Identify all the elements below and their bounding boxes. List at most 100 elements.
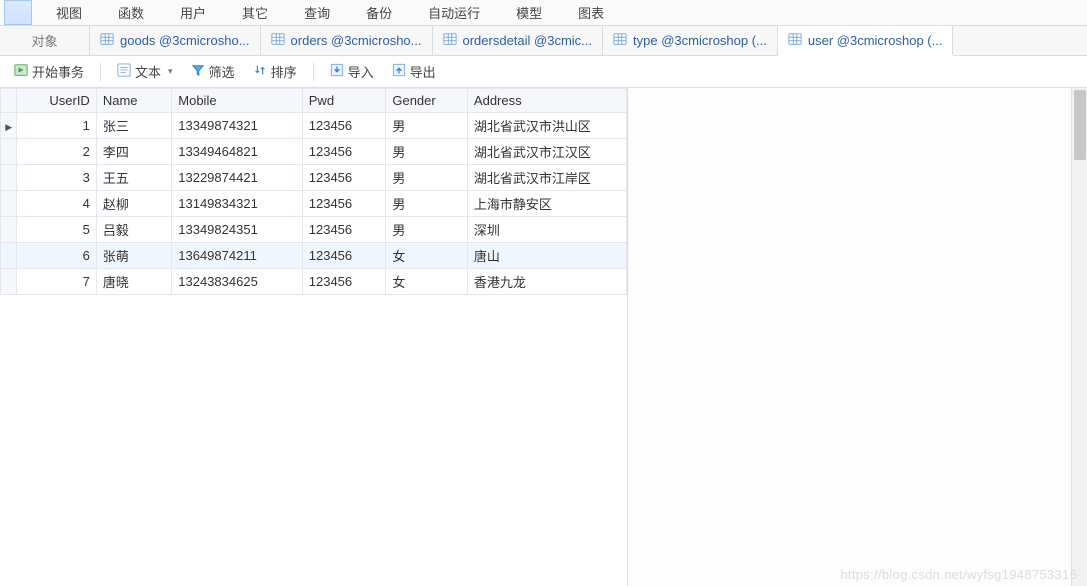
sort-button[interactable]: 排序	[247, 59, 303, 84]
data-grid[interactable]: UserIDNameMobilePwdGenderAddress 1张三1334…	[0, 88, 627, 295]
cell[interactable]: 唐山	[467, 243, 626, 269]
table-row[interactable]: 3王五13229874421123456男湖北省武汉市江岸区	[1, 165, 627, 191]
empty-right-panel	[628, 88, 1087, 586]
row-marker[interactable]	[1, 269, 17, 295]
cell[interactable]: 13243834625	[172, 269, 303, 295]
cell[interactable]: 深圳	[467, 217, 626, 243]
cell[interactable]: 唐晓	[96, 269, 171, 295]
tab[interactable]: ordersdetail @3cmic...	[433, 26, 604, 55]
cell[interactable]: 123456	[302, 113, 386, 139]
cell[interactable]: 123456	[302, 191, 386, 217]
grid-body: 1张三13349874321123456男湖北省武汉市洪山区2李四1334946…	[1, 113, 627, 295]
scrollbar-thumb[interactable]	[1074, 90, 1086, 160]
column-header[interactable]: Address	[467, 89, 626, 113]
begin-transaction-label: 开始事务	[32, 62, 84, 81]
cell[interactable]: 女	[386, 269, 468, 295]
column-header[interactable]: Pwd	[302, 89, 386, 113]
cell[interactable]: 13649874211	[172, 243, 303, 269]
column-header[interactable]: Gender	[386, 89, 468, 113]
cell[interactable]: 123456	[302, 139, 386, 165]
object-tab-label[interactable]: 对象	[0, 26, 90, 55]
cell[interactable]: 湖北省武汉市洪山区	[467, 113, 626, 139]
row-marker-header	[1, 89, 17, 113]
cell[interactable]: 6	[17, 243, 97, 269]
cell[interactable]: 13229874421	[172, 165, 303, 191]
cell[interactable]: 男	[386, 139, 468, 165]
column-header[interactable]: Mobile	[172, 89, 303, 113]
menu-item[interactable]: 函数	[100, 0, 162, 25]
import-button[interactable]: 导入	[324, 59, 380, 84]
column-header[interactable]: Name	[96, 89, 171, 113]
cell[interactable]: 13349464821	[172, 139, 303, 165]
row-marker[interactable]	[1, 113, 17, 139]
tab[interactable]: type @3cmicroshop (...	[603, 26, 778, 55]
cell[interactable]: 王五	[96, 165, 171, 191]
export-button[interactable]: 导出	[386, 59, 442, 84]
cell[interactable]: 李四	[96, 139, 171, 165]
table-row[interactable]: 2李四13349464821123456男湖北省武汉市江汉区	[1, 139, 627, 165]
menu-item[interactable]: 模型	[498, 0, 560, 25]
row-marker[interactable]	[1, 165, 17, 191]
cell[interactable]: 上海市静安区	[467, 191, 626, 217]
row-marker[interactable]	[1, 243, 17, 269]
menu-item[interactable]: 用户	[162, 0, 224, 25]
cell[interactable]: 男	[386, 191, 468, 217]
table-row[interactable]: 1张三13349874321123456男湖北省武汉市洪山区	[1, 113, 627, 139]
tab[interactable]: user @3cmicroshop (...	[778, 26, 954, 56]
cell[interactable]: 123456	[302, 165, 386, 191]
menu-item[interactable]: 自动运行	[410, 0, 498, 25]
table-row[interactable]: 4赵柳13149834321123456男上海市静安区	[1, 191, 627, 217]
cell[interactable]: 男	[386, 165, 468, 191]
cell[interactable]: 女	[386, 243, 468, 269]
cell[interactable]: 3	[17, 165, 97, 191]
cell[interactable]: 湖北省武汉市江岸区	[467, 165, 626, 191]
tab-label: orders @3cmicrosho...	[291, 33, 422, 48]
filter-button[interactable]: 筛选	[185, 59, 241, 84]
cell[interactable]: 男	[386, 113, 468, 139]
cell[interactable]: 123456	[302, 269, 386, 295]
text-view-button[interactable]: 文本	[111, 59, 179, 84]
table-row[interactable]: 7唐晓13243834625123456女香港九龙	[1, 269, 627, 295]
table-row[interactable]: 5吕毅13349824351123456男深圳	[1, 217, 627, 243]
tab-label: ordersdetail @3cmic...	[463, 33, 593, 48]
cell[interactable]: 男	[386, 217, 468, 243]
cell[interactable]: 吕毅	[96, 217, 171, 243]
menu-item[interactable]: 图表	[560, 0, 622, 25]
cell[interactable]: 赵柳	[96, 191, 171, 217]
menubar-accent	[4, 0, 32, 25]
tabbar: 对象 goods @3cmicrosho... orders @3cmicrosh…	[0, 26, 1087, 56]
menubar: 视图函数用户其它查询备份自动运行模型图表	[0, 0, 1087, 26]
cell[interactable]: 4	[17, 191, 97, 217]
menu-item[interactable]: 查询	[286, 0, 348, 25]
data-grid-wrap: UserIDNameMobilePwdGenderAddress 1张三1334…	[0, 88, 628, 586]
tab[interactable]: orders @3cmicrosho...	[261, 26, 433, 55]
cell[interactable]: 7	[17, 269, 97, 295]
cell[interactable]: 13349824351	[172, 217, 303, 243]
cell[interactable]: 2	[17, 139, 97, 165]
export-icon	[392, 63, 406, 80]
cell[interactable]: 123456	[302, 243, 386, 269]
row-marker[interactable]	[1, 191, 17, 217]
menu-item[interactable]: 其它	[224, 0, 286, 25]
vertical-scrollbar[interactable]	[1071, 88, 1087, 586]
cell[interactable]: 香港九龙	[467, 269, 626, 295]
import-icon	[330, 63, 344, 80]
cell[interactable]: 13349874321	[172, 113, 303, 139]
cell[interactable]: 张萌	[96, 243, 171, 269]
row-marker[interactable]	[1, 217, 17, 243]
begin-transaction-button[interactable]: 开始事务	[8, 59, 90, 84]
cell[interactable]: 13149834321	[172, 191, 303, 217]
grid-header-row: UserIDNameMobilePwdGenderAddress	[1, 89, 627, 113]
menu-item[interactable]: 视图	[38, 0, 100, 25]
cell[interactable]: 5	[17, 217, 97, 243]
import-label: 导入	[348, 62, 374, 81]
cell[interactable]: 张三	[96, 113, 171, 139]
column-header[interactable]: UserID	[17, 89, 97, 113]
cell[interactable]: 123456	[302, 217, 386, 243]
menu-item[interactable]: 备份	[348, 0, 410, 25]
cell[interactable]: 1	[17, 113, 97, 139]
row-marker[interactable]	[1, 139, 17, 165]
cell[interactable]: 湖北省武汉市江汉区	[467, 139, 626, 165]
table-row[interactable]: 6张萌13649874211123456女唐山	[1, 243, 627, 269]
tab[interactable]: goods @3cmicrosho...	[90, 26, 261, 55]
